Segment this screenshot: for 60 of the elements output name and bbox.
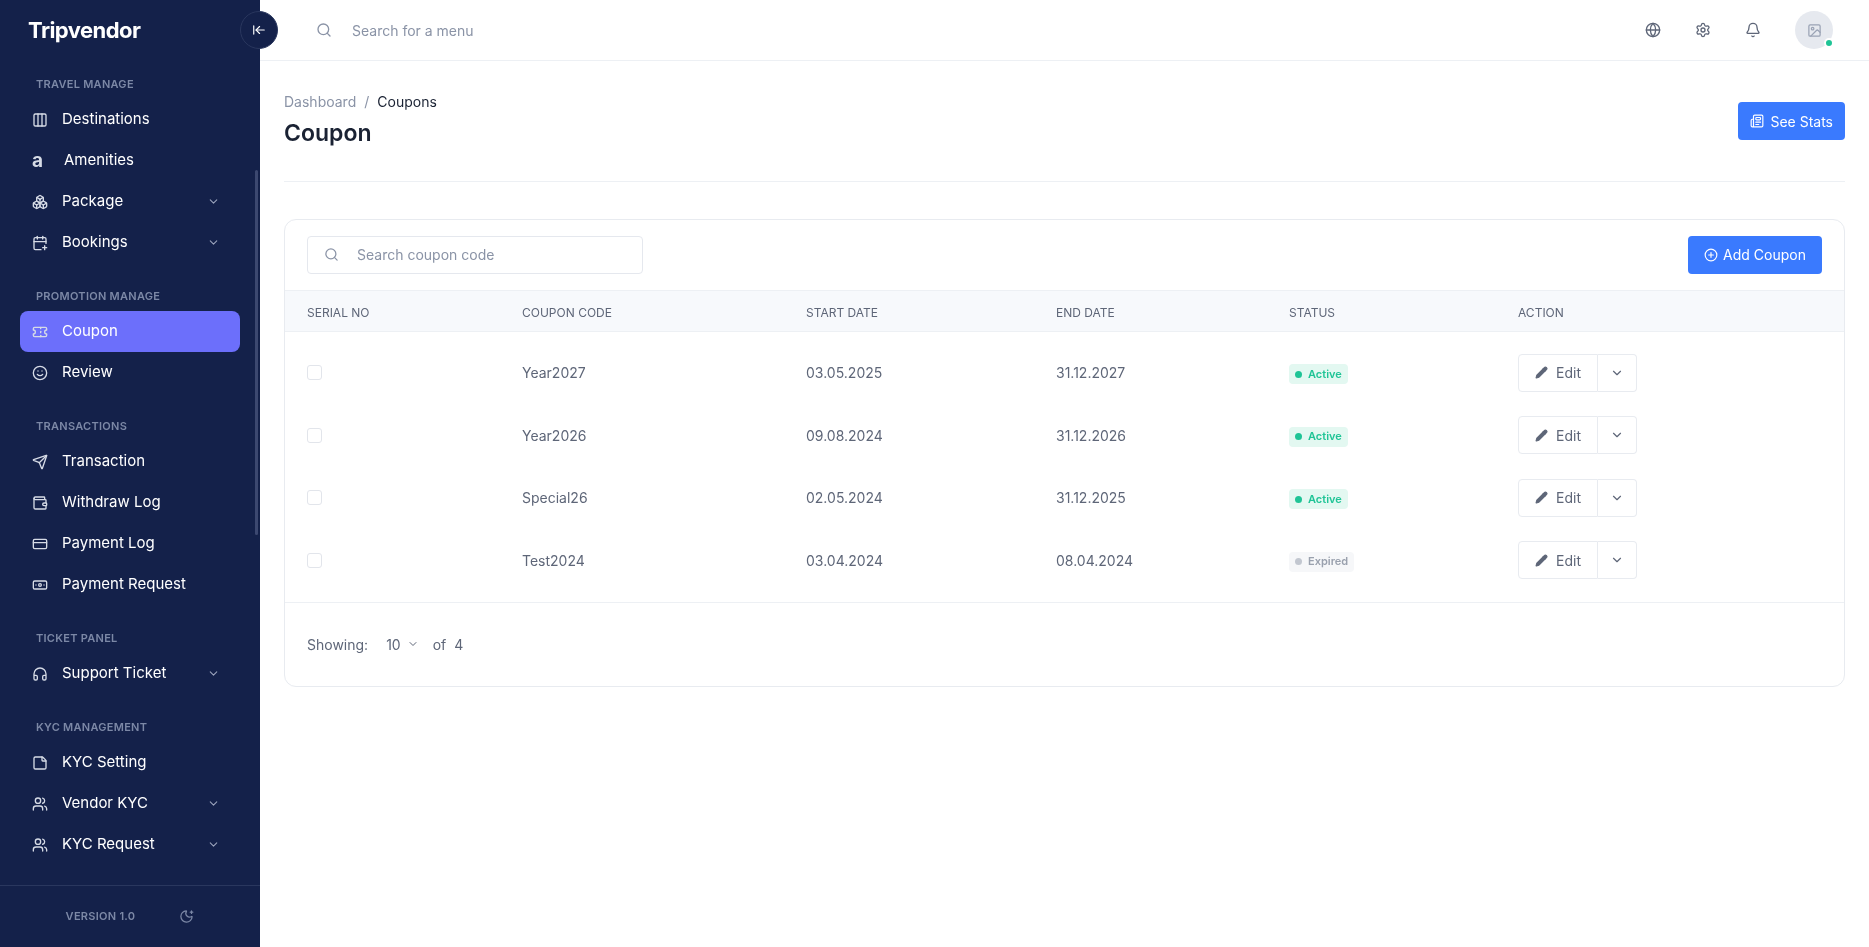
column-header: COUPON CODE	[522, 304, 612, 320]
table-cell: 31.12.2026	[1056, 426, 1127, 444]
table-cell: Test2024	[522, 551, 585, 569]
status-badge: Active	[1289, 489, 1348, 509]
sidebar-item[interactable]: KYC Request	[20, 824, 240, 865]
menu-search-field[interactable]: Search for a menu	[352, 19, 752, 41]
sidebar-item[interactable]: Destinations	[20, 99, 240, 140]
table-cell: 09.08.2024	[806, 426, 883, 444]
section-heading: TICKET PANEL	[35, 629, 119, 647]
breadcrumb-separator: /	[364, 92, 370, 112]
add-coupon-button[interactable]: Add Coupon	[1688, 235, 1822, 274]
section-heading: PROMOTION MANAGE	[35, 287, 162, 305]
table-cell: 03.05.2025	[806, 364, 883, 382]
breadcrumb-link[interactable]: Coupons	[377, 91, 437, 112]
edit-button[interactable]: Edit	[1518, 478, 1598, 517]
sidebar-item[interactable]: Package	[20, 181, 240, 222]
pagination-of: of	[432, 634, 447, 655]
edit-button[interactable]: Edit	[1518, 353, 1598, 392]
edit-button[interactable]: Edit	[1518, 541, 1598, 580]
column-header: START DATE	[806, 304, 879, 320]
status-badge: Active	[1289, 364, 1348, 384]
sidebar-item[interactable]: Payment Log	[20, 523, 240, 564]
pagination-label: Showing:	[307, 634, 369, 655]
coupon-search-field[interactable]: Search coupon code	[307, 235, 643, 274]
table-cell: Special26	[522, 489, 588, 507]
status-badge: Expired	[1289, 551, 1355, 572]
sidebar-item[interactable]: Withdraw Log	[20, 482, 240, 523]
section-heading: TRAVEL MANAGE	[35, 75, 135, 93]
table-cell: 02.05.2024	[806, 489, 883, 507]
sidebar-item[interactable]: Review	[20, 352, 240, 393]
sidebar-item[interactable]: Payment Request	[20, 564, 240, 605]
column-header: ACTION	[1518, 304, 1564, 320]
table-cell: 03.04.2024	[806, 551, 883, 569]
table-cell: Year2026	[522, 426, 587, 444]
sidebar-item[interactable]: Coupon	[20, 311, 240, 352]
section-heading: KYC MANAGEMENT	[35, 718, 149, 736]
column-header: SERIAL NO	[307, 304, 370, 320]
version-label: VERSION 1.0	[65, 908, 136, 925]
sidebar-item[interactable]: Support Ticket	[20, 653, 240, 694]
page-size-select[interactable]: 10	[386, 633, 419, 655]
sidebar-item[interactable]: Bookings	[20, 222, 240, 263]
status-badge: Active	[1289, 426, 1348, 447]
page-title: Coupon	[284, 118, 373, 149]
table-cell: 31.12.2027	[1056, 364, 1126, 382]
section-heading: TRANSACTIONS	[35, 417, 129, 435]
sidebar-item[interactable]: Transaction	[20, 441, 240, 482]
see-stats-button[interactable]: See Stats	[1738, 102, 1845, 140]
edit-button[interactable]: Edit	[1518, 416, 1598, 455]
logo[interactable]: Tripvendor	[28, 13, 141, 47]
amenities-glyph-icon: a	[32, 151, 50, 170]
coupon-search-input[interactable]: Search coupon code	[357, 244, 626, 265]
column-header: STATUS	[1289, 304, 1336, 320]
table-cell: 08.04.2024	[1056, 551, 1134, 569]
sidebar-item[interactable]: a Amenities	[20, 140, 240, 181]
total-count: 4	[454, 634, 464, 655]
sidebar-item[interactable]: Vendor KYC	[20, 783, 240, 824]
table-cell: 31.12.2025	[1056, 489, 1126, 507]
table-cell: Year2027	[522, 364, 586, 382]
sidebar-item[interactable]: KYC Setting	[20, 742, 240, 783]
column-header: END DATE	[1056, 304, 1115, 320]
